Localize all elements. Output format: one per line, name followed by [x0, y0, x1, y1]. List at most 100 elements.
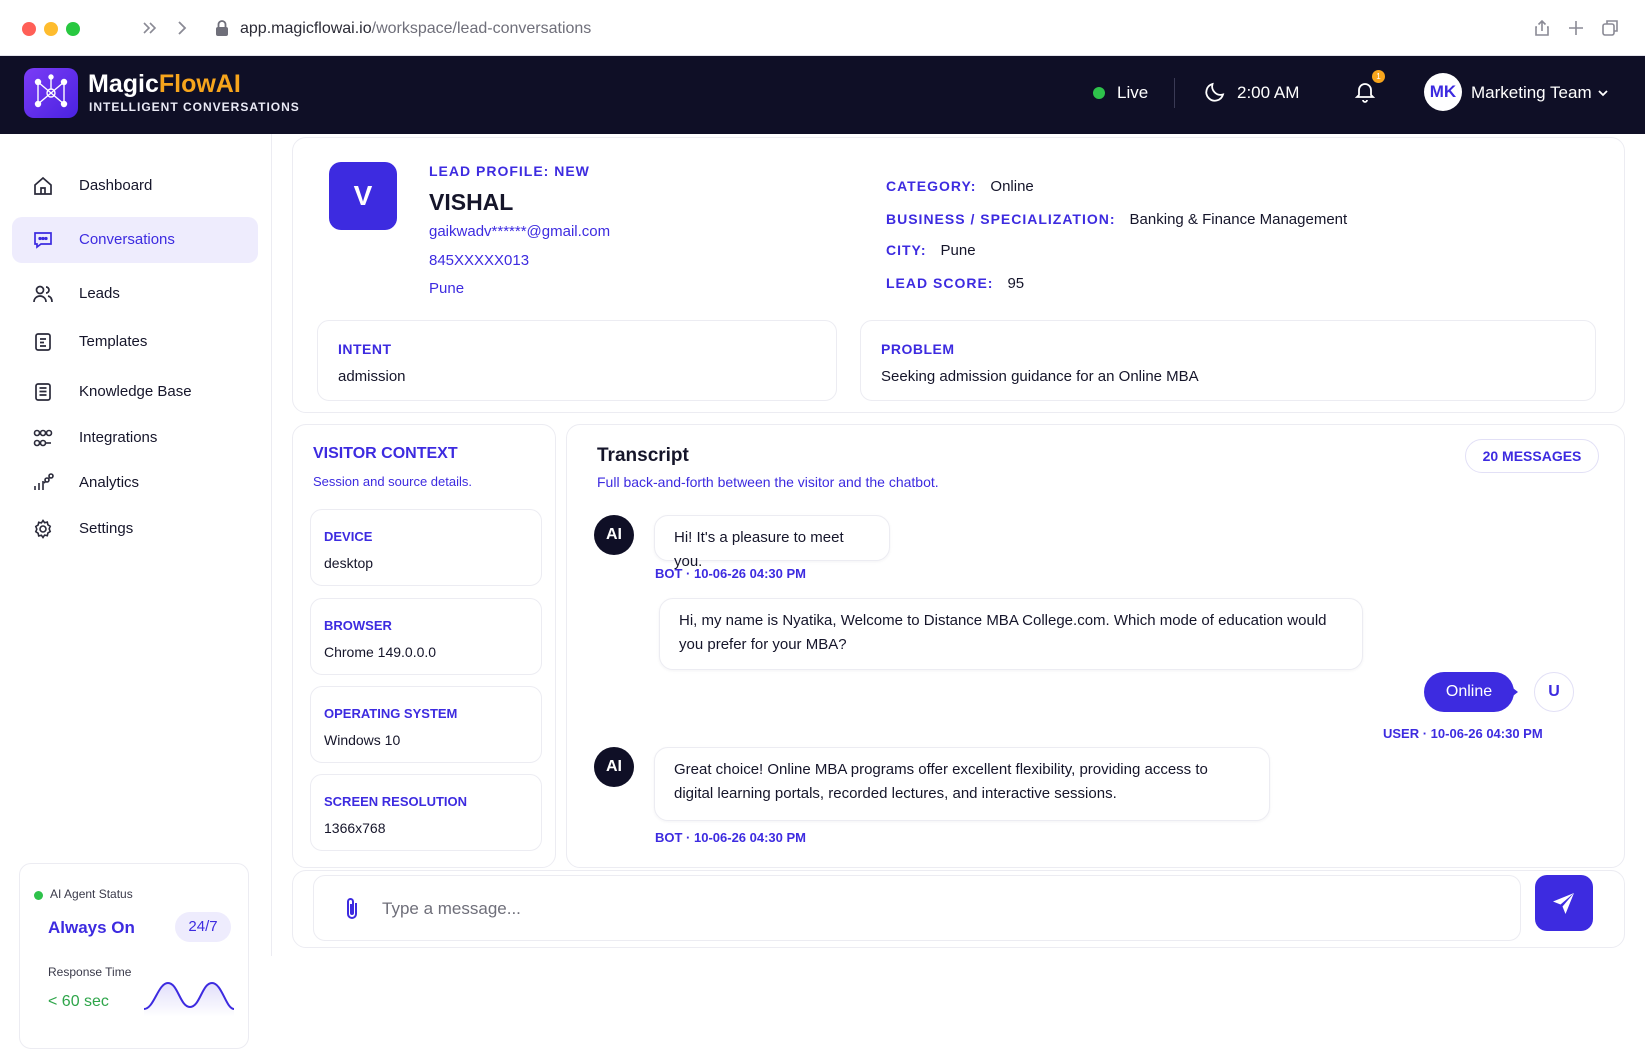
message-count-badge: 20 MESSAGES [1465, 439, 1599, 473]
lead-location: Pune [429, 280, 465, 297]
brand-tagline: INTELLIGENT CONVERSATIONS [89, 100, 300, 114]
context-value: Chrome 149.0.0.0 [324, 644, 437, 660]
close-window-button[interactable] [22, 22, 36, 36]
lead-category: CATEGORY: Online [886, 178, 1034, 196]
notification-badge: 1 [1372, 70, 1385, 83]
sidebar-item-label: Analytics [79, 474, 140, 491]
address-bar[interactable]: app.magicflowai.io/workspace/lead-conver… [240, 20, 591, 38]
lead-profile-heading: LEAD PROFILE: NEW [429, 163, 590, 179]
new-tab-icon[interactable] [1566, 18, 1586, 38]
message-input[interactable] [382, 894, 1502, 924]
url-path: /workspace/lead-conversations [371, 20, 592, 37]
user-message-bubble: Online [1424, 672, 1514, 712]
context-value: Windows 10 [324, 732, 401, 748]
logo[interactable] [24, 68, 78, 118]
context-screen-resolution: SCREEN RESOLUTION 1366x768 [310, 774, 542, 851]
meta-value: Pune [940, 242, 976, 259]
response-time-label: Response Time [48, 965, 132, 979]
lead-email[interactable]: gaikwadv******@gmail.com [429, 223, 610, 240]
chat-icon [32, 229, 54, 251]
sidebar-toggle-icon[interactable] [140, 18, 160, 38]
browser-chrome: app.magicflowai.io/workspace/lead-conver… [0, 0, 1645, 56]
meta-key: LEAD SCORE: [886, 275, 994, 291]
meta-value: Online [990, 178, 1034, 195]
transcript-card[interactable]: Transcript Full back-and-forth between t… [566, 424, 1625, 868]
sidebar-item-label: Templates [79, 333, 148, 350]
sidebar: Dashboard Conversations Leads Templates … [0, 134, 272, 1049]
problem-card: PROBLEM Seeking admission guidance for a… [860, 320, 1596, 401]
meta-key: CATEGORY: [886, 178, 977, 194]
brand-name: MagicFlowAI [88, 70, 241, 99]
bot-avatar: AI [594, 747, 634, 787]
bot-avatar: AI [594, 515, 634, 555]
context-device: DEVICE desktop [310, 509, 542, 586]
message-meta: USER · 10-06-26 04:30 PM [1383, 726, 1543, 741]
message-meta: BOT · 10-06-26 04:30 PM [655, 566, 807, 581]
agent-status-label: AI Agent Status [50, 887, 133, 901]
live-indicator [1093, 87, 1105, 99]
meta-key: BUSINESS / SPECIALIZATION: [886, 211, 1116, 227]
visitor-context-title: VISITOR CONTEXT [313, 445, 458, 462]
intent-label: INTENT [338, 341, 392, 357]
lead-city: CITY: Pune [886, 242, 976, 260]
share-icon[interactable] [1532, 18, 1552, 38]
sidebar-item-label: Knowledge Base [79, 383, 192, 400]
template-icon [32, 331, 54, 353]
message-meta: BOT · 10-06-26 04:30 PM [655, 830, 807, 845]
intent-value: admission [338, 368, 406, 385]
agent-status-card: AI Agent Status Always On 24/7 Response … [19, 863, 249, 1049]
lead-profile-card: V LEAD PROFILE: NEW VISHAL gaikwadv*****… [292, 137, 1625, 413]
sidebar-item-templates[interactable]: Templates [12, 319, 258, 365]
users-icon [32, 283, 54, 305]
transcript-title: Transcript [597, 445, 689, 466]
chevron-down-icon[interactable] [1596, 86, 1610, 100]
meta-value: 95 [1007, 275, 1025, 292]
agent-status-dot [34, 891, 43, 900]
transcript-subtitle: Full back-and-forth between the visitor … [597, 474, 939, 490]
sidebar-item-conversations[interactable]: Conversations [12, 217, 258, 263]
moon-icon [1203, 80, 1227, 104]
minimize-window-button[interactable] [44, 22, 58, 36]
sidebar-item-integrations[interactable]: Integrations [12, 415, 258, 461]
notification-bell-icon[interactable] [1353, 80, 1377, 104]
sidebar-item-label: Conversations [79, 231, 175, 248]
problem-label: PROBLEM [881, 341, 955, 357]
lead-name: VISHAL [429, 189, 514, 215]
forward-icon[interactable] [172, 18, 192, 38]
sidebar-item-settings[interactable]: Settings [12, 506, 258, 552]
response-sparkline [143, 981, 235, 1017]
sidebar-item-analytics[interactable]: Analytics [12, 460, 258, 506]
user-avatar[interactable]: MK [1424, 73, 1462, 111]
sidebar-item-knowledge-base[interactable]: Knowledge Base [12, 369, 258, 415]
context-browser: BROWSER Chrome 149.0.0.0 [310, 598, 542, 675]
url-domain: app.magicflowai.io [240, 20, 372, 37]
context-operating-system: OPERATING SYSTEM Windows 10 [310, 686, 542, 763]
user-menu-name[interactable]: Marketing Team [1471, 83, 1592, 103]
availability-badge: 24/7 [175, 912, 231, 942]
tabs-overview-icon[interactable] [1600, 18, 1620, 38]
sidebar-item-dashboard[interactable]: Dashboard [12, 163, 258, 209]
lock-icon [214, 19, 230, 37]
problem-value: Seeking admission guidance for an Online… [881, 368, 1199, 385]
sidebar-item-label: Settings [79, 520, 134, 537]
response-time-value: < 60 sec [48, 993, 109, 1010]
send-button[interactable] [1535, 875, 1593, 931]
book-icon [32, 381, 54, 403]
sidebar-item-leads[interactable]: Leads [12, 271, 258, 317]
bot-message-bubble: Great choice! Online MBA programs offer … [654, 747, 1270, 821]
meta-value: Banking & Finance Management [1129, 211, 1348, 228]
lead-specialization: BUSINESS / SPECIALIZATION: Banking & Fina… [886, 211, 1347, 229]
clock-time: 2:00 AM [1237, 83, 1300, 102]
lead-avatar: V [329, 162, 397, 230]
brand-name-part2: FlowAI [158, 70, 241, 98]
sidebar-item-label: Dashboard [79, 177, 153, 194]
visitor-context-subtitle: Session and source details. [313, 474, 472, 489]
attachment-icon[interactable] [342, 896, 362, 922]
lead-phone[interactable]: 845XXXXX013 [429, 252, 529, 269]
send-icon [1553, 893, 1574, 914]
context-label: DEVICE [324, 529, 373, 544]
maximize-window-button[interactable] [66, 22, 80, 36]
gear-icon [32, 518, 54, 540]
sidebar-item-label: Leads [79, 285, 120, 302]
user-avatar-chat: U [1534, 672, 1574, 712]
